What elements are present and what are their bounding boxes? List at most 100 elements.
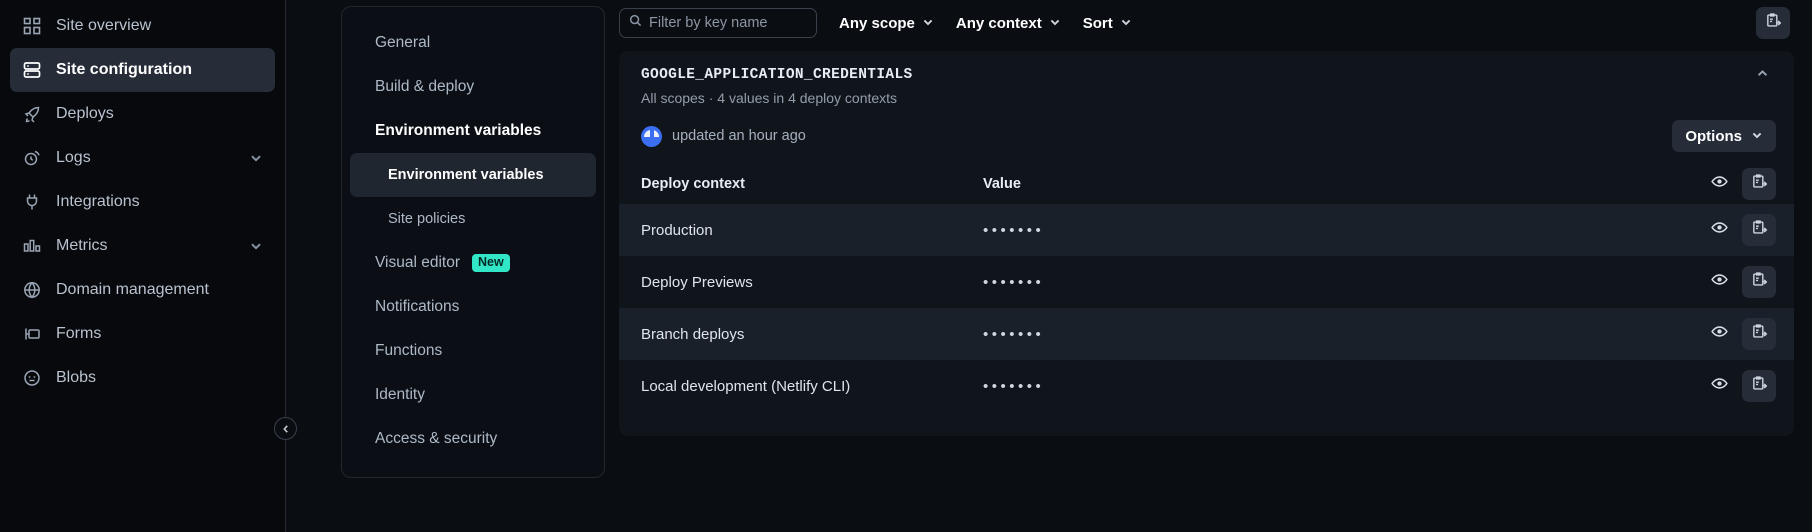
env-var-meta-row: updated an hour ago Options [619,106,1794,152]
chevron-down-icon[interactable] [249,239,263,253]
env-var-scope: All scopes [641,90,705,106]
subnav-item-label: Notifications [375,298,460,315]
user-avatar [641,125,662,147]
primary-sidebar: Site overview Site configuration Deploys… [0,0,285,532]
env-var-key-name: GOOGLE_APPLICATION_CREDENTIALS [641,67,913,83]
sidebar-item-label: Forms [56,325,102,342]
table-row: Deploy Previews ••••••• [619,256,1794,308]
subnav-item-label: Identity [375,386,425,403]
reveal-value-button[interactable] [1707,218,1731,242]
eye-icon [1710,175,1728,193]
eye-icon [1710,377,1728,395]
subnav-item-visual-editor[interactable]: Visual editor New [350,241,596,285]
sidebar-item-label: Integrations [56,193,140,210]
options-button[interactable]: Options [1672,120,1776,152]
subnav-item-functions[interactable]: Functions [350,329,596,373]
table-row: Local development (Netlify CLI) ••••••• [619,360,1794,412]
subnav-item-build-deploy[interactable]: Build & deploy [350,65,596,109]
subnav-item-general[interactable]: General [350,21,596,65]
sidebar-item-label: Metrics [56,237,108,254]
sort-dropdown[interactable]: Sort [1083,15,1132,32]
subnav-subitem-environment-variables[interactable]: Environment variables [350,153,596,197]
sidebar-divider [285,0,286,532]
sidebar-item-blobs[interactable]: Blobs [10,356,275,400]
env-var-card: GOOGLE_APPLICATION_CREDENTIALS All scope… [619,51,1794,436]
sort-label: Sort [1082,14,1113,32]
sidebar-item-label: Site overview [56,17,152,34]
filter-toolbar: Filter by key name Any scope Any context… [605,0,1812,46]
secondary-nav-wrapper: General Build & deploy Environment varia… [285,0,605,532]
subnav-item-identity[interactable]: Identity [350,373,596,417]
context-filter-label: Any context [955,14,1042,32]
column-header-value: Value [983,176,1021,192]
deploy-context-cell: Production [641,221,713,239]
copy-value-button[interactable] [1742,214,1776,246]
server-icon [22,60,42,80]
chevron-down-icon [1120,15,1132,32]
subnav-item-label: Site policies [388,211,466,227]
reveal-value-button[interactable] [1707,270,1731,294]
row-actions [1707,318,1776,350]
sidebar-item-forms[interactable]: Forms [10,312,275,356]
row-actions [1707,214,1776,246]
row-actions [1707,370,1776,402]
sidebar-item-domain-management[interactable]: Domain management [10,268,275,312]
clipboard-import-icon [1765,12,1782,34]
scope-filter-dropdown[interactable]: Any scope [839,15,934,32]
sidebar-item-deploys[interactable]: Deploys [10,92,275,136]
masked-value-cell: ••••••• [983,377,1045,395]
chevron-down-icon[interactable] [249,151,263,165]
copy-value-button[interactable] [1742,318,1776,350]
subnav-item-label: Visual editor [375,254,461,271]
deploy-context-cell: Local development (Netlify CLI) [641,377,851,395]
context-filter-dropdown[interactable]: Any context [956,15,1061,32]
app-root: Site overview Site configuration Deploys… [0,0,1812,532]
grid-icon [22,16,42,36]
sidebar-item-logs[interactable]: Logs [10,136,275,180]
clipboard-import-icon [1751,375,1768,397]
collapse-card-button[interactable] [1750,61,1774,85]
clipboard-import-icon [1751,173,1768,195]
masked-value-cell: ••••••• [983,221,1045,239]
sidebar-collapse-button[interactable] [274,417,297,440]
subnav-subitem-site-policies[interactable]: Site policies [350,197,596,241]
subnav-item-notifications[interactable]: Notifications [350,285,596,329]
env-var-header: GOOGLE_APPLICATION_CREDENTIALS All scope… [619,51,1794,106]
clipboard-import-icon [1751,219,1768,241]
copy-value-button[interactable] [1742,370,1776,402]
globe-icon [22,280,42,300]
search-icon [629,14,642,32]
reveal-value-button[interactable] [1707,374,1731,398]
copy-value-button[interactable] [1742,266,1776,298]
deploy-context-cell: Deploy Previews [641,273,753,291]
eye-icon [1710,221,1728,239]
subnav-item-label: Functions [375,342,443,359]
rocket-icon [22,104,42,124]
chevron-down-icon [1751,128,1763,145]
table-header-row: Deploy context Value [619,164,1794,204]
subnav-item-access-security[interactable]: Access & security [350,417,596,461]
table-row: Branch deploys ••••••• [619,308,1794,360]
search-input[interactable]: Filter by key name [619,8,817,38]
sidebar-item-site-configuration[interactable]: Site configuration [10,48,275,92]
subnav-item-label: Environment variables [388,167,544,183]
site-configuration-nav: General Build & deploy Environment varia… [341,6,605,478]
masked-value-cell: ••••••• [983,325,1045,343]
reveal-value-button[interactable] [1707,322,1731,346]
scope-filter-label: Any scope [839,14,915,32]
options-label: Options [1685,127,1742,145]
header-actions [1707,168,1776,200]
import-variables-button[interactable] [1756,7,1790,39]
copy-all-values-button[interactable] [1742,168,1776,200]
sidebar-item-integrations[interactable]: Integrations [10,180,275,224]
new-badge: New [472,254,510,272]
subnav-item-environment-variables[interactable]: Environment variables [350,109,596,153]
form-icon [22,324,42,344]
plug-icon [22,192,42,212]
clipboard-import-icon [1751,271,1768,293]
column-header-deploy-context: Deploy context [641,176,745,192]
reveal-all-values-button[interactable] [1707,172,1731,196]
sidebar-item-site-overview[interactable]: Site overview [10,4,275,48]
sidebar-item-metrics[interactable]: Metrics [10,224,275,268]
sidebar-item-label: Site configuration [56,61,192,78]
